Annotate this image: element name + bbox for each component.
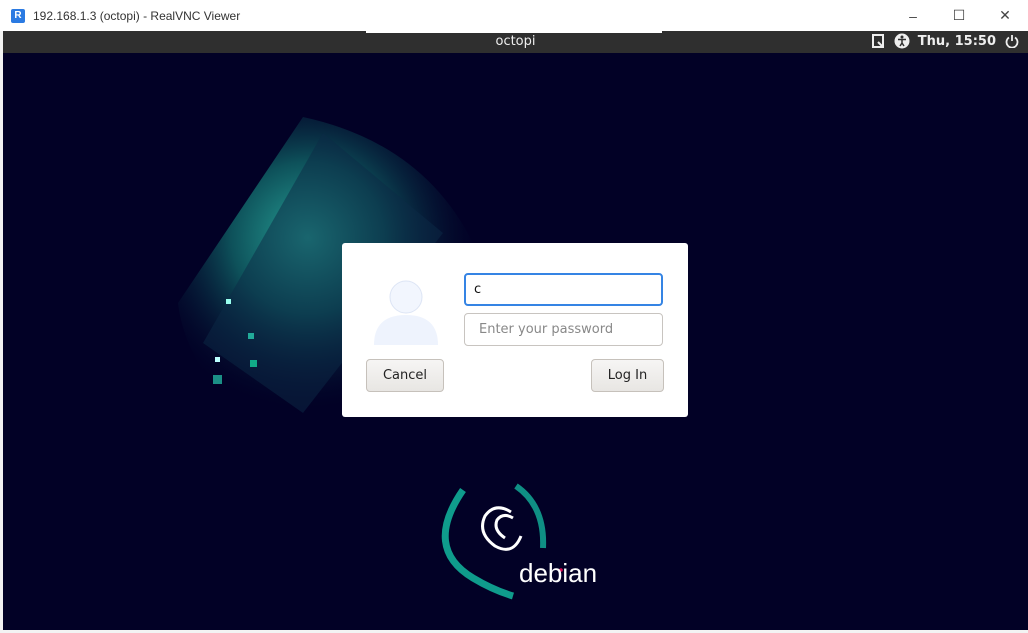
window-title: 192.168.1.3 (octopi) - RealVNC Viewer <box>33 8 241 23</box>
password-input[interactable]: Enter your password <box>464 313 663 346</box>
user-avatar-icon <box>374 280 438 345</box>
clock[interactable]: Thu, 15:50 <box>918 34 996 49</box>
maximize-button[interactable]: ☐ <box>936 0 982 31</box>
power-icon[interactable] <box>1004 33 1020 49</box>
debian-logo: debian <box>433 478 603 607</box>
screenshot-icon[interactable] <box>870 33 886 49</box>
debian-logo-text: debian <box>519 558 598 588</box>
accessibility-icon[interactable] <box>894 33 910 49</box>
login-dialog: c Enter your password Cancel Log In <box>342 243 688 417</box>
minimize-button[interactable]: – <box>890 0 936 31</box>
log-in-button[interactable]: Log In <box>591 359 664 392</box>
cancel-button[interactable]: Cancel <box>366 359 444 392</box>
realvnc-icon: R <box>11 8 25 23</box>
remote-screen[interactable]: octopi Thu, 15:50 c Enter your password … <box>3 31 1028 630</box>
username-input[interactable]: c <box>464 273 663 306</box>
window-titlebar: R 192.168.1.3 (octopi) - RealVNC Viewer … <box>0 0 1028 31</box>
close-button[interactable]: ✕ <box>982 0 1028 31</box>
top-panel: octopi Thu, 15:50 <box>3 31 1028 53</box>
vnc-toolbar-handle[interactable] <box>366 31 662 33</box>
